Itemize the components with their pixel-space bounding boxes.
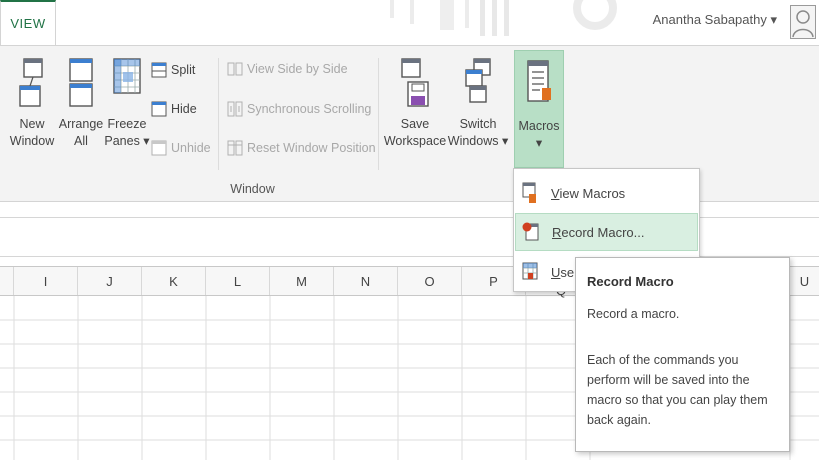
- synchronous-scrolling-button[interactable]: Synchronous Scrolling: [227, 101, 371, 117]
- avatar[interactable]: [790, 5, 816, 39]
- macros-label: Macros: [518, 119, 560, 133]
- save-workspace-label-line2: Workspace: [383, 134, 447, 148]
- unhide-window-icon: [151, 140, 167, 156]
- macros-icon: [527, 60, 551, 102]
- record-macro-label: Record Macro...: [552, 225, 644, 240]
- macros-dropdown-arrow: ▾: [535, 136, 543, 150]
- view-side-by-side-label: View Side by Side: [247, 62, 348, 76]
- tooltip-description: Record a macro.: [587, 307, 680, 321]
- side-by-side-icon: [227, 62, 243, 76]
- arrange-all-label-line1: Arrange: [58, 117, 104, 131]
- freeze-panes-label-line2: Panes ▾: [104, 134, 150, 148]
- reset-window-position-icon: [227, 140, 243, 156]
- column-header-m[interactable]: M: [270, 267, 334, 295]
- menu-item-record-macro[interactable]: Record Macro...: [515, 213, 698, 251]
- tab-view[interactable]: VIEW: [0, 0, 56, 45]
- freeze-panes-icon: [113, 58, 141, 94]
- column-header-partial[interactable]: [0, 267, 14, 295]
- arrange-all-icon: [69, 58, 93, 107]
- tooltip-title: Record Macro: [587, 274, 674, 289]
- column-header-i[interactable]: I: [14, 267, 78, 295]
- new-window-label-line2: Window: [9, 134, 55, 148]
- column-header-n[interactable]: N: [334, 267, 398, 295]
- record-macro-accel: R: [552, 224, 562, 240]
- switch-windows-button[interactable]: Switch Windows ▾: [447, 56, 509, 150]
- hide-window-icon: [151, 101, 167, 117]
- unhide-button[interactable]: Unhide: [151, 140, 211, 156]
- relative-references-icon: [515, 261, 545, 283]
- new-window-label-line1: New: [19, 117, 45, 131]
- use-relative-references-label: Use: [551, 265, 574, 280]
- reset-window-position-button[interactable]: Reset Window Position: [227, 140, 376, 156]
- freeze-panes-button[interactable]: Freeze Panes ▾: [103, 56, 151, 150]
- record-macro-tooltip: Record Macro Record a macro. Each of the…: [575, 257, 790, 452]
- ribbon-separator: [218, 58, 219, 170]
- hide-button[interactable]: Hide: [151, 101, 197, 117]
- column-header-u[interactable]: U: [790, 267, 819, 295]
- use-relative-references-label-rest: se: [560, 264, 575, 280]
- hide-label: Hide: [171, 102, 197, 116]
- save-workspace-icon: [401, 58, 429, 107]
- new-window-icon: [19, 58, 43, 107]
- freeze-panes-label-line1: Freeze: [107, 117, 147, 131]
- split-button[interactable]: Split: [151, 62, 195, 78]
- switch-windows-label-line1: Switch: [459, 117, 497, 131]
- save-workspace-button[interactable]: Save Workspace: [384, 56, 446, 150]
- view-macros-label-rest: iew Macros: [559, 185, 626, 201]
- switch-windows-icon: [465, 58, 491, 103]
- reset-window-position-label: Reset Window Position: [247, 141, 376, 155]
- switch-windows-label-line2: Windows ▾: [447, 134, 509, 148]
- column-header-k[interactable]: K: [142, 267, 206, 295]
- group-label-window: Window: [230, 182, 275, 196]
- record-macro-label-rest: ecord Macro...: [561, 224, 645, 240]
- unhide-label: Unhide: [171, 141, 211, 155]
- view-macros-icon: [515, 182, 545, 204]
- tooltip-detail: Each of the commands you perform will be…: [587, 353, 768, 427]
- background-decoration: [390, 0, 617, 36]
- save-workspace-label-line1: Save: [400, 117, 430, 131]
- view-side-by-side-button[interactable]: View Side by Side: [227, 62, 348, 76]
- record-macro-icon: [516, 221, 546, 243]
- split-icon: [151, 62, 167, 78]
- synchronous-scrolling-label: Synchronous Scrolling: [247, 102, 372, 116]
- synchronous-scrolling-icon: [227, 101, 243, 117]
- column-header-l[interactable]: L: [206, 267, 270, 295]
- new-window-button[interactable]: New Window: [6, 56, 58, 150]
- menu-item-view-macros[interactable]: View Macros: [515, 174, 698, 212]
- column-header-j[interactable]: J: [78, 267, 142, 295]
- column-header-o[interactable]: O: [398, 267, 462, 295]
- use-relative-references-accel: U: [551, 264, 561, 280]
- ribbon-separator: [378, 58, 379, 170]
- macros-button-content[interactable]: Macros ▾: [514, 58, 564, 152]
- arrange-all-button[interactable]: Arrange All: [57, 56, 105, 150]
- split-label: Split: [171, 63, 196, 77]
- arrange-all-label-line2: All: [74, 134, 88, 148]
- view-macros-label: View Macros: [551, 186, 625, 201]
- user-name[interactable]: Anantha Sabapathy ▾: [653, 12, 777, 28]
